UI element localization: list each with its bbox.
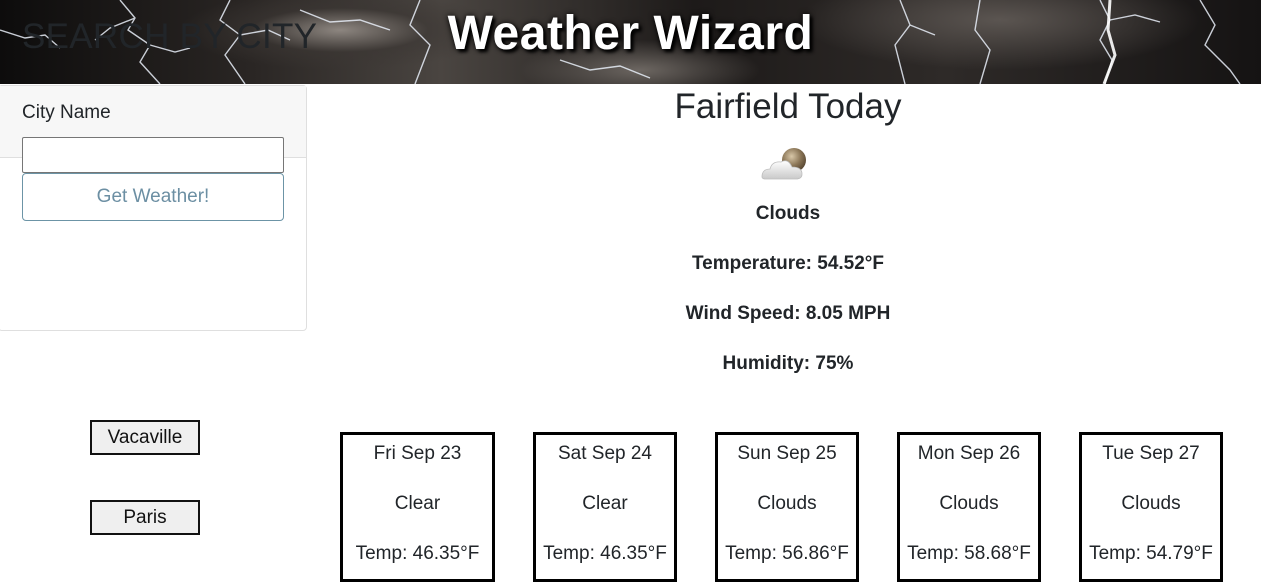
search-title: SEARCH BY CITY xyxy=(22,17,318,56)
forecast-temperature: Temp: 56.86°F xyxy=(725,543,849,564)
today-description: Clouds xyxy=(755,203,821,224)
forecast-description: Clear xyxy=(582,493,628,514)
forecast-description: Clouds xyxy=(939,493,999,514)
forecast-temperature: Temp: 54.79°F xyxy=(1089,543,1213,564)
forecast-temperature: Temp: 46.35°F xyxy=(543,543,667,564)
forecast-card: Fri Sep 23 Clear Temp: 46.35°F xyxy=(340,432,495,582)
today-humidity: Humidity: 75% xyxy=(722,353,854,374)
forecast-date: Tue Sep 27 xyxy=(1102,443,1200,464)
today-temperature: Temperature: 54.52°F xyxy=(691,253,885,274)
city-name-input[interactable] xyxy=(22,137,284,173)
forecast-card: Mon Sep 26 Clouds Temp: 58.68°F xyxy=(897,432,1041,582)
forecast-temperature: Temp: 58.68°F xyxy=(907,543,1031,564)
forecast-date: Fri Sep 23 xyxy=(373,443,462,464)
history-button-paris[interactable]: Paris xyxy=(90,500,200,535)
forecast-description: Clear xyxy=(394,493,441,514)
forecast-description: Clouds xyxy=(1121,493,1181,514)
forecast-card: Sun Sep 25 Clouds Temp: 56.86°F xyxy=(715,432,859,582)
history-button-vacaville[interactable]: Vacaville xyxy=(90,420,200,455)
forecast-description: Clouds xyxy=(757,493,817,514)
forecast-temperature: Temp: 46.35°F xyxy=(355,543,480,564)
forecast-date: Sun Sep 25 xyxy=(737,443,837,464)
cloud-moon-icon xyxy=(761,148,806,180)
forecast-date: Mon Sep 26 xyxy=(917,443,1021,464)
forecast-date: Sat Sep 24 xyxy=(557,443,653,464)
today-section: Fairfield Today Clouds Temperature: 54.5… xyxy=(320,85,1256,374)
today-title: Fairfield Today xyxy=(674,87,902,126)
today-wind-speed: Wind Speed: 8.05 MPH xyxy=(685,303,891,324)
get-weather-button[interactable]: Get Weather! xyxy=(22,173,284,221)
city-name-label: City Name xyxy=(22,102,111,123)
forecast-card: Tue Sep 27 Clouds Temp: 54.79°F xyxy=(1079,432,1223,582)
forecast-card: Sat Sep 24 Clear Temp: 46.35°F xyxy=(533,432,677,582)
